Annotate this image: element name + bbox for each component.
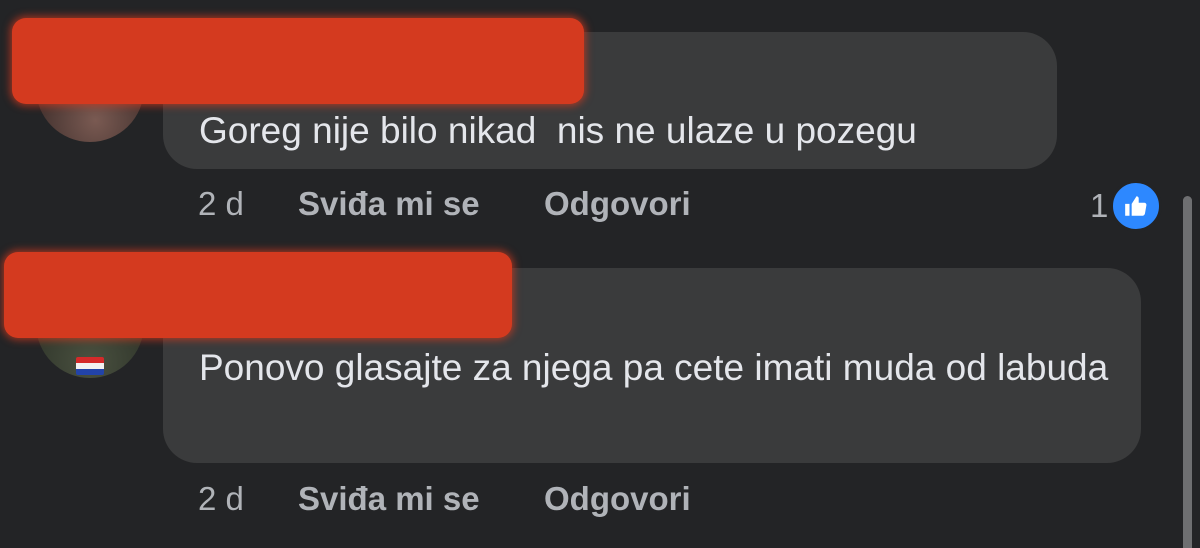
reaction-summary[interactable]: 1 bbox=[1090, 180, 1163, 232]
reaction-count: 1 bbox=[1090, 187, 1109, 224]
croatian-flag-icon bbox=[76, 357, 104, 375]
thumbs-up-icon bbox=[1110, 180, 1163, 232]
comment-text: Ponovo glasajte za njega pa cete imati m… bbox=[199, 347, 1109, 388]
redacted-author-name bbox=[4, 252, 512, 338]
redacted-author-name bbox=[12, 18, 584, 104]
comment-actions: 2 d Sviđa mi se Odgovori bbox=[198, 477, 691, 521]
comments-screen: Goreg nije bilo nikad nis ne ulaze u poz… bbox=[0, 0, 1200, 548]
comment-timestamp[interactable]: 2 d bbox=[198, 185, 298, 223]
reply-button[interactable]: Odgovori bbox=[544, 185, 691, 223]
like-button[interactable]: Sviđa mi se bbox=[298, 185, 544, 223]
like-button[interactable]: Sviđa mi se bbox=[298, 480, 544, 518]
comment-text: Goreg nije bilo nikad nis ne ulaze u poz… bbox=[199, 110, 917, 151]
reply-button[interactable]: Odgovori bbox=[544, 480, 691, 518]
scrollbar[interactable] bbox=[1183, 196, 1192, 548]
comment-timestamp[interactable]: 2 d bbox=[198, 480, 298, 518]
comment-actions: 2 d Sviđa mi se Odgovori bbox=[198, 182, 691, 226]
